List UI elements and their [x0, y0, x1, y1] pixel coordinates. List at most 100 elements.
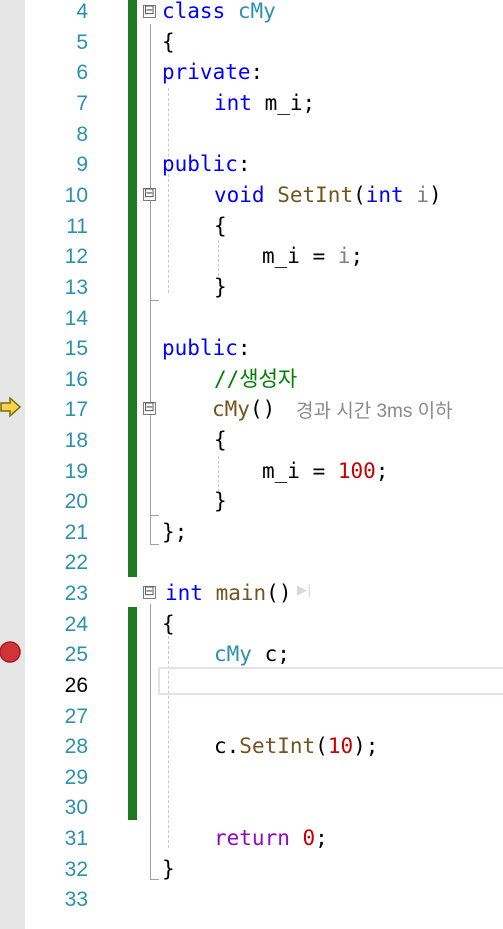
line-number: 22 [64, 551, 88, 574]
function-name: SetInt [277, 183, 354, 207]
function-name: SetInt [239, 734, 316, 758]
line-number: 14 [64, 307, 88, 330]
line-number: 33 [64, 888, 88, 911]
code-line[interactable]: 31 return 0; [0, 823, 503, 854]
code-line[interactable]: 30 [0, 792, 503, 823]
code-line[interactable]: 32 } [0, 854, 503, 885]
code-text: ; [315, 826, 328, 850]
line-number: 23 [64, 582, 88, 605]
code-text: ) [429, 183, 442, 207]
line-number: 27 [64, 705, 88, 728]
line-number: 17 [64, 398, 88, 421]
code-text: } [162, 857, 175, 881]
keyword: public [162, 152, 238, 176]
perf-tip[interactable]: 경과 시간 3ms 이하 [296, 396, 453, 423]
line-number: 6 [76, 61, 88, 84]
line-number: 9 [76, 153, 88, 176]
keyword: int [365, 183, 404, 207]
code-text: }; [162, 520, 188, 544]
line-number: 10 [64, 184, 88, 207]
line-number: 29 [64, 766, 88, 789]
code-text: ; [375, 459, 389, 483]
code-text: m_i; [264, 91, 316, 115]
code-text: () [249, 397, 276, 421]
code-line[interactable]: 12 m_i = i; [0, 241, 503, 272]
code-line[interactable]: 27 [0, 701, 503, 732]
code-line[interactable]: 6 private: [0, 57, 503, 88]
code-line[interactable]: 29 [0, 762, 503, 793]
line-number: 5 [76, 31, 88, 54]
code-text: ; [350, 244, 364, 268]
code-line[interactable]: 21 }; [0, 517, 503, 548]
number-literal: 10 [327, 734, 354, 758]
code-line[interactable]: 33 [0, 884, 503, 915]
code-line[interactable]: 4 class cMy [0, 0, 503, 27]
line-number: 12 [64, 245, 88, 268]
code-text: } [214, 275, 227, 299]
code-text: m_i = [262, 459, 338, 483]
code-text: { [162, 30, 175, 54]
code-line[interactable]: 28 c.SetInt(10); [0, 731, 503, 762]
code-line[interactable]: 18 { [0, 425, 503, 456]
code-line[interactable]: 14 [0, 303, 503, 334]
keyword: void [214, 183, 265, 207]
keyword: return [214, 826, 290, 850]
code-editor[interactable]: ⊟ ⊟ ⊟ ⊟ 4 class cMy 5 { 6 private: 7 int… [0, 0, 503, 929]
code-text: ); [353, 734, 379, 758]
code-text: : [237, 152, 251, 176]
line-number: 18 [64, 429, 88, 452]
code-line[interactable]: 9 public: [0, 149, 503, 180]
code-text: : [237, 336, 251, 360]
code-text: } [214, 489, 227, 513]
code-line[interactable]: 23 int main() [0, 578, 503, 609]
code-text: : [250, 60, 264, 84]
code-line[interactable]: 25 cMy c; [0, 639, 503, 670]
number-literal: 0 [302, 826, 316, 850]
number-literal: 100 [337, 459, 376, 483]
code-line[interactable]: 20 } [0, 486, 503, 517]
line-number: 28 [64, 735, 88, 758]
code-line[interactable]: 24 { [0, 609, 503, 640]
function-name: cMy [212, 397, 250, 421]
code-line[interactable]: 10 void SetInt(int i) [0, 180, 503, 211]
keyword: int [165, 581, 203, 605]
line-number: 7 [76, 92, 88, 115]
keyword: public [162, 336, 238, 360]
code-line[interactable]: 11 { [0, 211, 503, 242]
parameter: i [337, 244, 351, 268]
line-number: 30 [64, 796, 88, 819]
code-line[interactable]: 7 int m_i; [0, 88, 503, 119]
parameter: i [416, 183, 429, 207]
line-number: 19 [64, 460, 88, 483]
code-line[interactable]: 19 m_i = 100; [0, 456, 503, 487]
run-to-click-icon[interactable]: ▶| [297, 582, 311, 600]
line-number: 16 [64, 368, 88, 391]
code-text: { [214, 214, 227, 238]
line-number: 32 [64, 858, 88, 881]
code-text: ( [353, 183, 366, 207]
class-name: cMy [237, 0, 276, 23]
line-number: 24 [64, 613, 88, 636]
line-number: 31 [64, 827, 88, 850]
keyword: class [162, 0, 226, 23]
line-number: 15 [64, 337, 88, 360]
keyword: int [214, 91, 252, 115]
code-line[interactable]: 26 [0, 670, 503, 701]
code-line[interactable]: 5 { [0, 27, 503, 58]
function-name: main [215, 581, 267, 605]
class-name: cMy [214, 642, 252, 666]
keyword: private [162, 60, 251, 84]
code-text: m_i = [262, 244, 338, 268]
code-text: c; [251, 642, 290, 666]
code-line[interactable]: 15 public: [0, 333, 503, 364]
line-number: 13 [64, 276, 88, 299]
line-number: 11 [66, 215, 88, 238]
code-text: ( [315, 734, 328, 758]
line-number: 25 [64, 643, 88, 666]
code-line[interactable]: 8 [0, 119, 503, 150]
code-text: () [266, 581, 292, 605]
code-line[interactable]: 13 } [0, 272, 503, 303]
code-line[interactable]: 22 [0, 547, 503, 578]
line-number: 21 [64, 521, 88, 544]
code-line[interactable]: 16 //생성자 [0, 364, 503, 395]
